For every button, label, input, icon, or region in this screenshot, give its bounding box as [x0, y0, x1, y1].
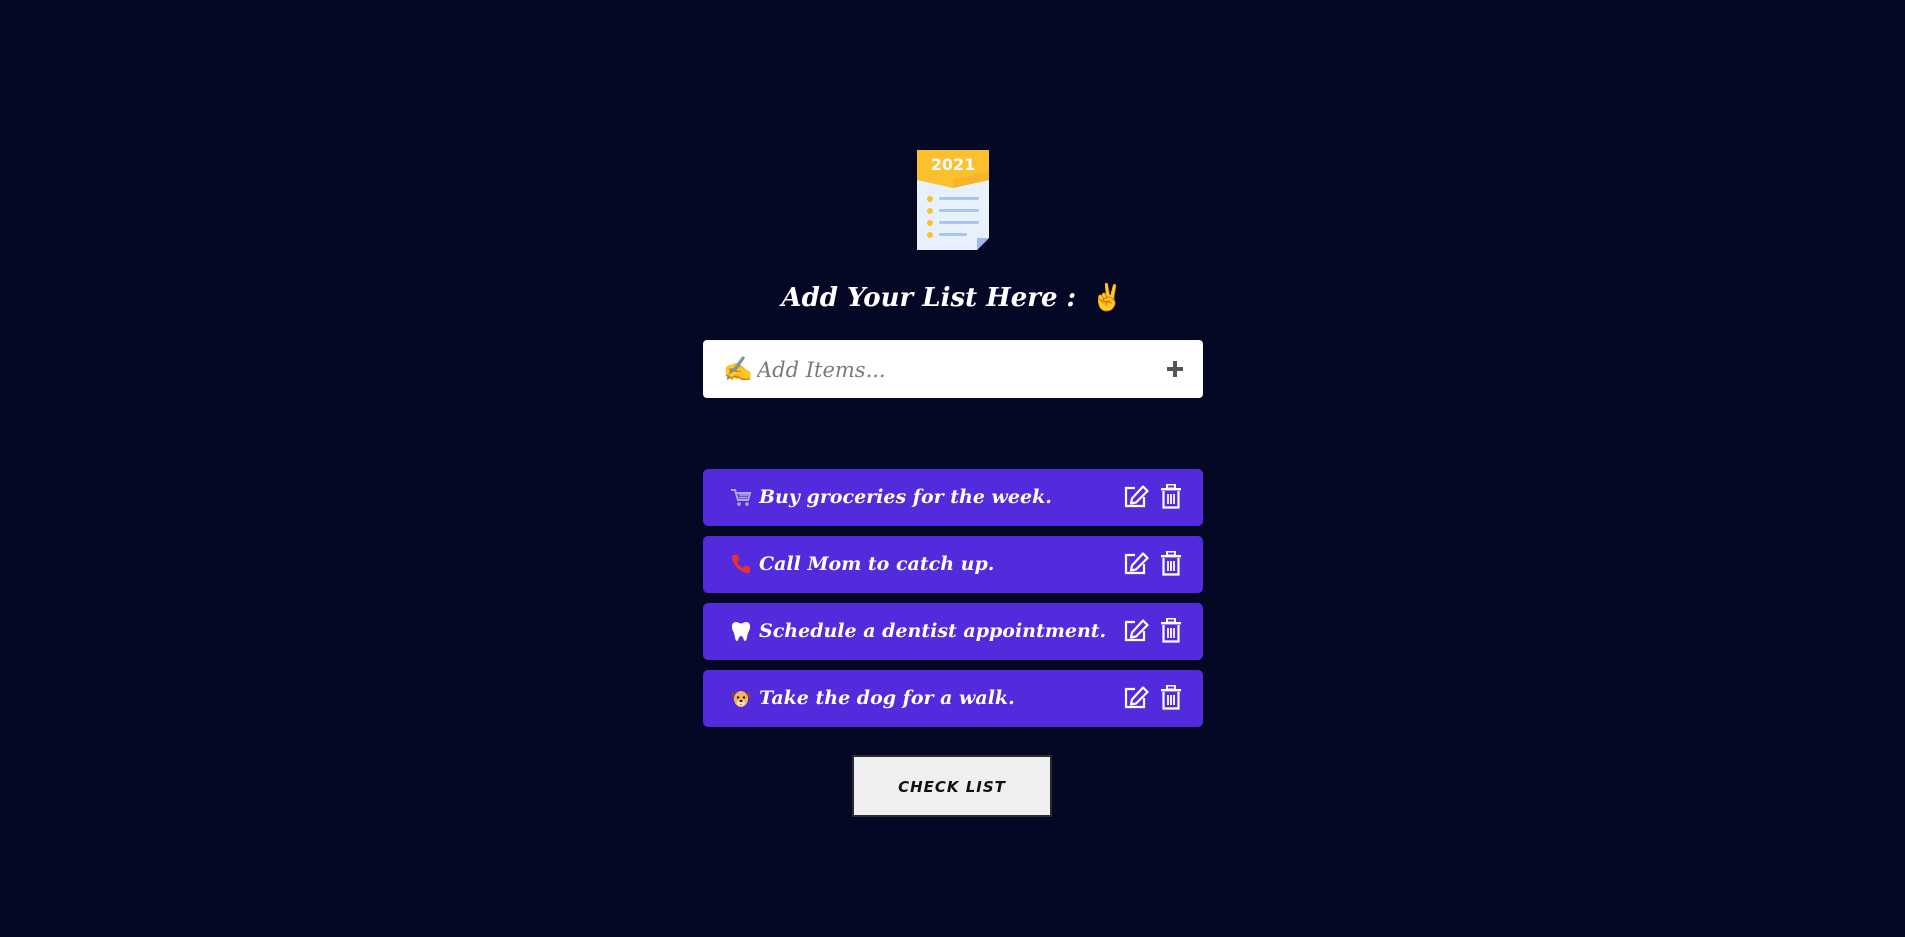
page-heading: Add Your List Here : ✌️: [0, 278, 1905, 318]
list-item: Take the dog for a walk.: [703, 670, 1203, 727]
todo-app: 2021 Add Your List Here : ✌️ ✍️ Add Item…: [0, 0, 1905, 937]
logo-year: 2021: [931, 155, 976, 174]
list-item: Buy groceries for the week.: [703, 469, 1203, 526]
trash-icon[interactable]: [1161, 618, 1181, 643]
shopping-cart-icon: [729, 483, 753, 511]
victory-hand-icon: ✌️: [1091, 283, 1124, 313]
item-text: Schedule a dentist appointment.: [759, 620, 1107, 642]
trash-icon[interactable]: [1161, 685, 1181, 710]
dog-icon: [729, 684, 753, 712]
edit-icon[interactable]: [1123, 619, 1149, 643]
edit-icon[interactable]: [1123, 552, 1149, 576]
trash-icon[interactable]: [1161, 484, 1181, 509]
item-text: Take the dog for a walk.: [759, 687, 1015, 709]
telephone-icon: [729, 550, 753, 578]
heading-text: Add Your List Here :: [781, 283, 1077, 313]
writing-hand-icon: ✍️: [723, 355, 753, 383]
todo-list: Buy groceries for the week. Call Mom to: [703, 469, 1203, 737]
check-list-button[interactable]: CHECK LIST: [852, 755, 1052, 817]
edit-icon[interactable]: [1123, 686, 1149, 710]
trash-icon[interactable]: [1161, 551, 1181, 576]
edit-icon[interactable]: [1123, 485, 1149, 509]
item-text: Call Mom to catch up.: [759, 553, 995, 575]
plus-icon[interactable]: [1163, 357, 1187, 381]
tooth-icon: [729, 617, 753, 645]
add-item-input[interactable]: [755, 350, 1139, 390]
list-item: Schedule a dentist appointment.: [703, 603, 1203, 660]
add-item-box: ✍️: [703, 340, 1203, 398]
list-item: Call Mom to catch up.: [703, 536, 1203, 593]
item-text: Buy groceries for the week.: [759, 486, 1052, 508]
todo-list-icon: 2021: [917, 150, 989, 250]
